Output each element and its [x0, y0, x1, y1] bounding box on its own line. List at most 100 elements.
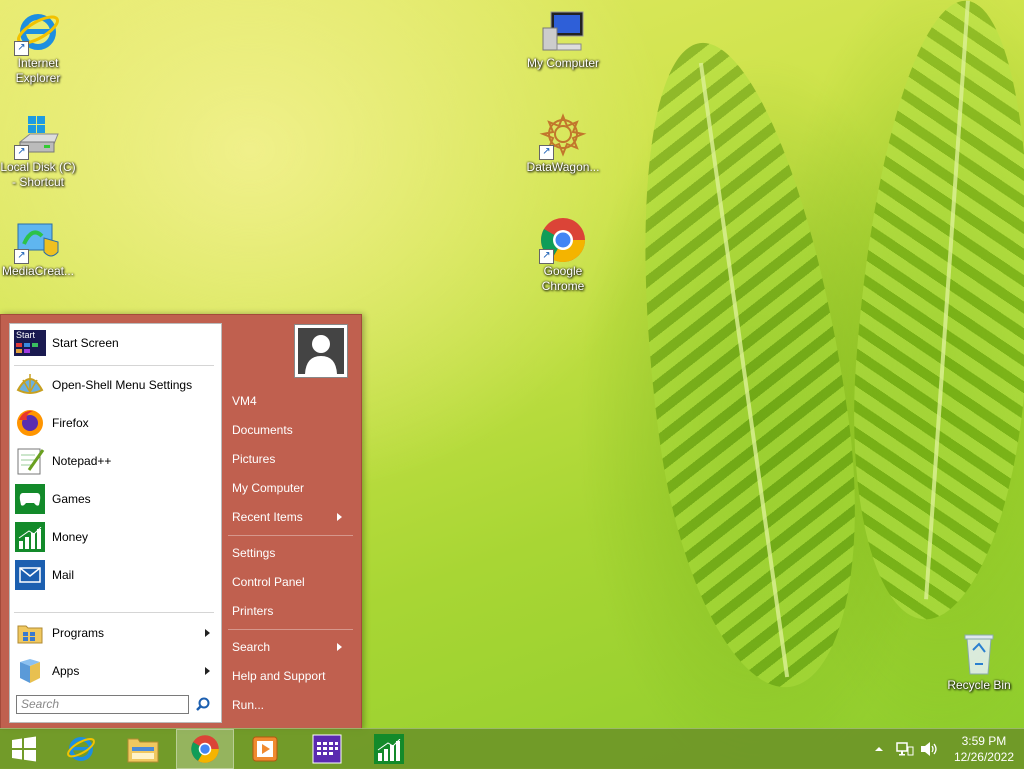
desktop-icon-local-disk[interactable]: ↗ Local Disk (C) - Shortcut: [0, 112, 76, 190]
volume-tray-icon[interactable]: [920, 729, 938, 769]
desktop-icon-datawagon[interactable]: ↗ DataWagon...: [525, 112, 601, 175]
calendar-icon: [312, 734, 342, 764]
chrome-icon: ↗: [539, 216, 587, 264]
menu-item-pictures[interactable]: Pictures: [232, 447, 352, 471]
desktop-icon-label: - Shortcut: [11, 175, 65, 189]
menu-item-label: Money: [52, 530, 89, 544]
menu-item-label: Apps: [52, 664, 80, 678]
menu-item-firefox[interactable]: Firefox: [14, 406, 218, 440]
desktop-icon-recycle-bin[interactable]: Recycle Bin: [941, 630, 1017, 693]
desktop-icon-internet-explorer[interactable]: ↗ Internet Explorer: [0, 8, 76, 86]
games-icon: [14, 483, 46, 515]
menu-item-notepad-plus-plus[interactable]: Notepad++: [14, 444, 218, 478]
taskbar-clock[interactable]: 3:59 PM 12/26/2022: [954, 733, 1014, 765]
desktop-icon-label: Chrome: [541, 279, 585, 293]
submenu-arrow-icon: [205, 667, 210, 675]
taskbar-money[interactable]: [360, 729, 418, 769]
network-icon: [896, 742, 914, 756]
menu-item-apps[interactable]: Apps: [14, 654, 218, 688]
menu-separator: [228, 629, 353, 630]
start-screen-icon: Start: [14, 327, 46, 359]
menu-item-money[interactable]: Money: [14, 520, 218, 554]
chrome-icon: [191, 735, 219, 763]
taskbar-file-explorer[interactable]: [114, 729, 172, 769]
menu-item-run[interactable]: Run...: [232, 693, 352, 717]
desktop-icon-label: MediaCreat...: [1, 264, 75, 278]
menu-item-help-and-support[interactable]: Help and Support: [232, 664, 352, 688]
firefox-icon: [14, 407, 46, 439]
menu-item-label: Programs: [52, 626, 105, 640]
submenu-arrow-icon: [337, 513, 342, 521]
taskbar-internet-explorer[interactable]: [52, 729, 110, 769]
menu-item-search[interactable]: Search: [232, 635, 352, 659]
menu-item-label: Search: [232, 640, 271, 654]
menu-item-label: Open-Shell Menu Settings: [52, 378, 193, 392]
menu-item-control-panel[interactable]: Control Panel: [232, 570, 352, 594]
taskbar-calendar[interactable]: [298, 729, 356, 769]
menu-item-open-shell-settings[interactable]: Open-Shell Menu Settings: [14, 368, 218, 402]
menu-item-label: Notepad++: [52, 454, 112, 468]
taskbar-google-chrome[interactable]: [176, 729, 234, 769]
menu-item-label: Games: [52, 492, 91, 506]
menu-item-games[interactable]: Games: [14, 482, 218, 516]
desktop-icon-my-computer[interactable]: My Computer: [525, 8, 601, 71]
desktop-icon-label: Google: [543, 264, 583, 278]
menu-item-start-screen[interactable]: Start Start Screen: [14, 326, 218, 360]
network-tray-icon[interactable]: [896, 729, 914, 769]
clock-date: 12/26/2022: [953, 750, 1014, 764]
menu-item-programs[interactable]: Programs: [14, 616, 218, 650]
desktop-icon-label: Recycle Bin: [947, 678, 1011, 692]
search-icon[interactable]: [194, 695, 212, 714]
user-icon: [305, 335, 337, 374]
open-shell-icon: [14, 369, 46, 401]
datawagon-icon: ↗: [539, 112, 587, 160]
menu-item-settings[interactable]: Settings: [232, 541, 352, 565]
desktop-icon-label: Internet: [17, 56, 59, 70]
taskbar-media-player[interactable]: [236, 729, 294, 769]
internet-explorer-icon: [67, 737, 95, 761]
drive-icon: ↗: [14, 112, 62, 160]
menu-item-recent-items[interactable]: Recent Items: [232, 505, 352, 529]
money-icon: [374, 734, 404, 764]
desktop-icon-label: DataWagon...: [526, 160, 600, 174]
desktop-icon-google-chrome[interactable]: ↗ Google Chrome: [525, 216, 601, 294]
mail-icon: [14, 559, 46, 591]
money-icon: [14, 521, 46, 553]
menu-item-printers[interactable]: Printers: [232, 599, 352, 623]
menu-item-label: Recent Items: [232, 510, 303, 524]
menu-separator: [228, 535, 353, 536]
start-button[interactable]: [0, 729, 48, 769]
menu-separator: [14, 365, 214, 366]
start-screen-icon-text: Start: [16, 330, 36, 340]
desktop-icon-media-creation[interactable]: ↗ MediaCreat...: [0, 216, 76, 279]
start-search-input[interactable]: Search: [16, 695, 189, 714]
user-avatar[interactable]: [294, 324, 348, 378]
taskbar: 3:59 PM 12/26/2022: [0, 728, 1024, 769]
menu-item-label: Firefox: [52, 416, 89, 430]
show-hidden-icons-button[interactable]: [874, 729, 884, 769]
menu-item-label: Mail: [52, 568, 75, 582]
menu-item-documents[interactable]: Documents: [232, 418, 352, 442]
recycle-bin-icon: [955, 630, 1003, 678]
menu-item-mail[interactable]: Mail: [14, 558, 218, 592]
submenu-arrow-icon: [205, 629, 210, 637]
desktop-icon-label: My Computer: [526, 56, 600, 70]
speaker-icon: [921, 742, 937, 756]
apps-icon: [14, 655, 46, 687]
start-menu-left-pane: Start Start Screen Open-Shell Menu Setti…: [9, 323, 222, 723]
desktop-icon-label: Local Disk (C): [0, 160, 76, 174]
media-player-icon: [252, 736, 278, 762]
menu-item-my-computer[interactable]: My Computer: [232, 476, 352, 500]
windows-logo-icon: [12, 736, 36, 762]
submenu-arrow-icon: [337, 643, 342, 651]
internet-explorer-icon: ↗: [14, 8, 62, 56]
desktop-icon-label: Explorer: [15, 71, 61, 85]
clock-time: 3:59 PM: [961, 734, 1007, 748]
computer-icon: [539, 8, 587, 56]
menu-item-label: Start Screen: [52, 336, 119, 350]
programs-folder-icon: [14, 617, 46, 649]
menu-separator: [14, 612, 214, 613]
notepad-plus-icon: [14, 445, 46, 477]
menu-item-vm4[interactable]: VM4: [232, 389, 352, 413]
chevron-up-icon: [875, 747, 883, 751]
